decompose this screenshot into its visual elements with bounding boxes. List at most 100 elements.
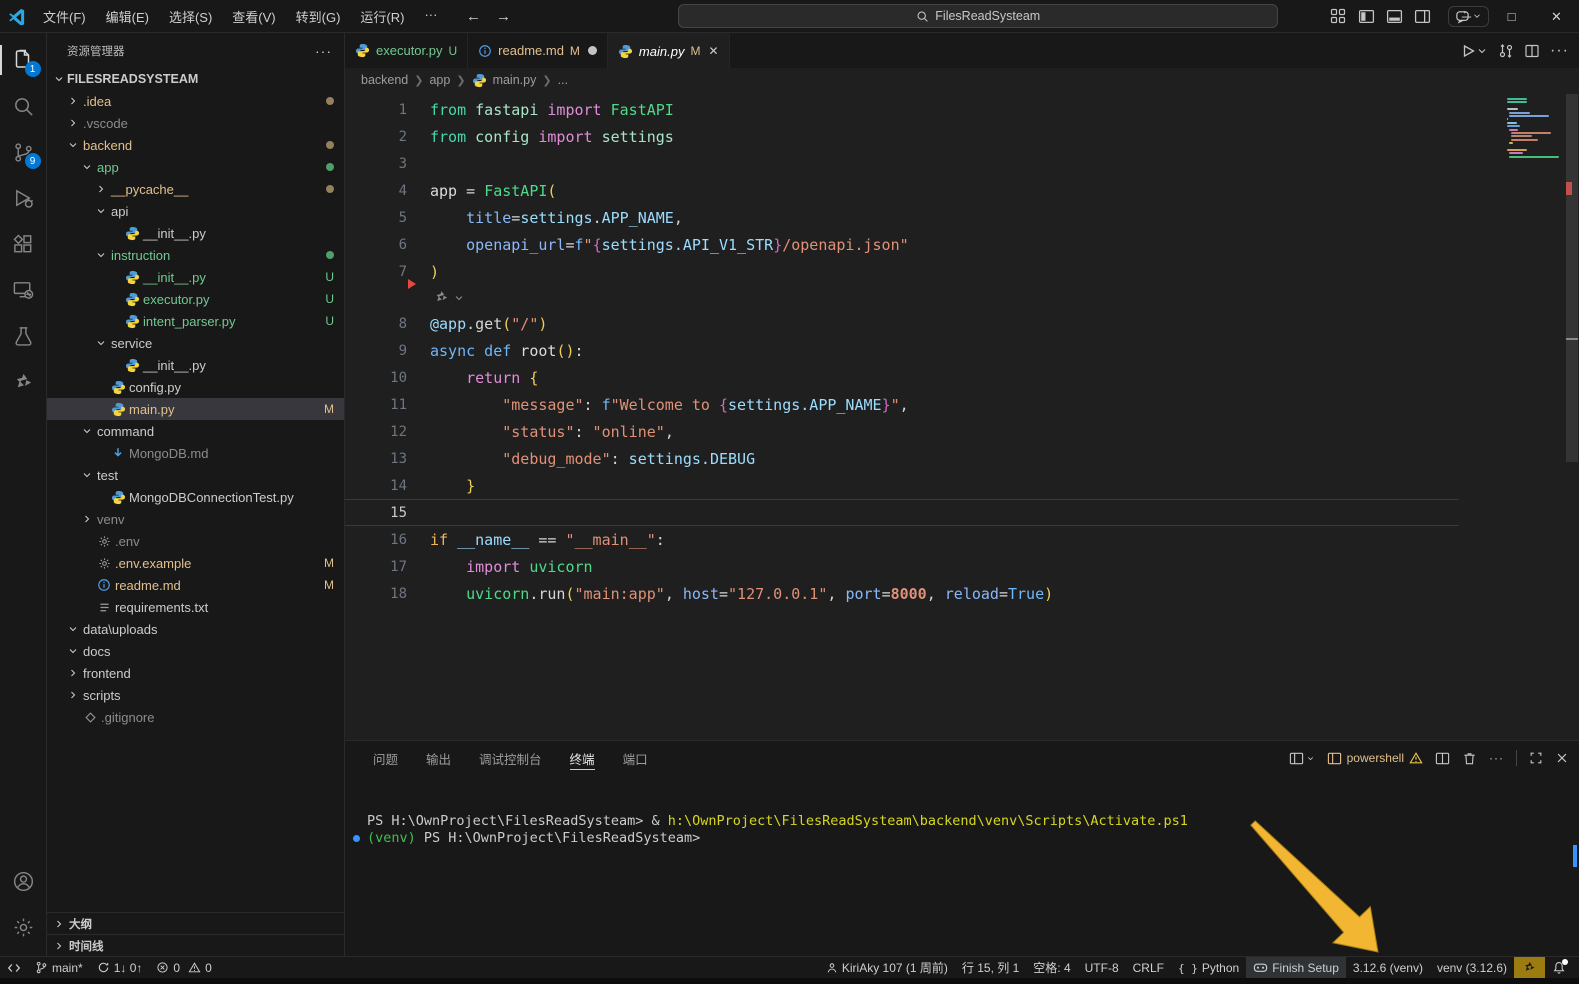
panel-more-icon[interactable]: ··· (1489, 751, 1504, 765)
inline-suggestion-widget[interactable] (345, 285, 1579, 310)
tree-item-data-uploads[interactable]: data\uploads (47, 618, 344, 640)
copilot-pinwheel-icon[interactable] (433, 289, 450, 306)
code-line-8[interactable]: 8@app.get("/") (345, 310, 1579, 337)
tree-item-.vscode[interactable]: .vscode (47, 112, 344, 134)
explorer-more-icon[interactable]: ··· (315, 43, 332, 59)
activity-extensions-icon[interactable] (0, 221, 47, 267)
status-eol[interactable]: CRLF (1126, 957, 1171, 979)
tree-item-__init__.py[interactable]: __init__.pyU (47, 266, 344, 288)
maximize-panel-icon[interactable] (1529, 751, 1543, 765)
forward-button[interactable]: → (490, 4, 516, 28)
tree-item-service[interactable]: service (47, 332, 344, 354)
status-cursor-position[interactable]: 行 15, 列 1 (955, 957, 1026, 979)
terminal[interactable]: PS H:\OwnProject\FilesReadSysteam> & h:\… (345, 775, 1579, 956)
kill-terminal-icon[interactable] (1462, 751, 1477, 766)
code-line-15[interactable]: 15 (345, 499, 1579, 526)
activity-search-icon[interactable] (0, 83, 47, 129)
code-line-5[interactable]: 5 title=settings.APP_NAME, (345, 204, 1579, 231)
code-line-6[interactable]: 6 openapi_url=f"{settings.API_V1_STR}/op… (345, 231, 1579, 258)
tree-item-.idea[interactable]: .idea (47, 90, 344, 112)
status-language-mode[interactable]: { }Python (1171, 957, 1246, 979)
tree-item-__init__.py[interactable]: __init__.py (47, 222, 344, 244)
status-blame[interactable]: KiriAky 107 (1 周前) (819, 957, 955, 979)
tree-item-MongoDBConnectionTest.py[interactable]: MongoDBConnectionTest.py (47, 486, 344, 508)
run-python-button[interactable] (1460, 43, 1488, 59)
chevron-down-icon[interactable] (453, 292, 465, 304)
toggle-secondary-sidebar-icon[interactable] (1411, 5, 1433, 27)
menu-item-5[interactable]: 运行(R) (351, 4, 413, 29)
activity-testing-icon[interactable] (0, 313, 47, 359)
maximize-button[interactable]: □ (1489, 0, 1534, 33)
status-notifications[interactable] (1545, 957, 1573, 979)
back-button[interactable]: ← (460, 4, 486, 28)
editor-more-icon[interactable]: ··· (1550, 42, 1569, 60)
code-line-17[interactable]: 17 import uvicorn (345, 553, 1579, 580)
toggle-panel-icon[interactable] (1383, 5, 1405, 27)
activity-copilot-ext-icon[interactable] (0, 359, 47, 405)
panel-tab-输出[interactable]: 输出 (426, 741, 451, 775)
activity-source-control-icon[interactable]: 9 (0, 129, 47, 175)
launch-profile-icon[interactable] (1289, 751, 1315, 766)
sidebar-section-1[interactable]: 时间线 (47, 934, 344, 956)
menu-item-0[interactable]: 文件(F) (34, 4, 95, 29)
status-gold-extension[interactable] (1514, 957, 1545, 979)
split-editor-icon[interactable] (1524, 43, 1540, 59)
tree-item-frontend[interactable]: frontend (47, 662, 344, 684)
sidebar-section-0[interactable]: 大纲 (47, 912, 344, 934)
menu-item-3[interactable]: 查看(V) (223, 4, 284, 29)
tree-item-venv[interactable]: venv (47, 508, 344, 530)
code-line-11[interactable]: 11 "message": f"Welcome to {settings.APP… (345, 391, 1579, 418)
activity-run-debug-icon[interactable] (0, 175, 47, 221)
tree-item-readme.md[interactable]: readme.mdM (47, 574, 344, 596)
terminal-scrollbar[interactable] (1573, 845, 1577, 867)
command-center-search[interactable]: FilesReadSysteam (678, 4, 1278, 28)
tab-readme.md[interactable]: readme.mdM (468, 33, 608, 68)
tree-item-command[interactable]: command (47, 420, 344, 442)
code-line-10[interactable]: 10 return { (345, 364, 1579, 391)
tree-item-scripts[interactable]: scripts (47, 684, 344, 706)
breadcrumb-item-app[interactable]: app (429, 73, 450, 87)
code-line-14[interactable]: 14 } (345, 472, 1579, 499)
split-terminal-icon[interactable] (1435, 751, 1450, 766)
tree-item-intent_parser.py[interactable]: intent_parser.pyU (47, 310, 344, 332)
status-finish-setup[interactable]: Finish Setup (1246, 957, 1346, 979)
minimize-button[interactable]: ─ (1444, 0, 1489, 33)
tree-item-backend[interactable]: backend (47, 134, 344, 156)
close-button[interactable]: ✕ (1534, 0, 1579, 33)
activity-remote-explorer-icon[interactable] (0, 267, 47, 313)
customize-layout-icon[interactable] (1327, 5, 1349, 27)
close-tab-icon[interactable]: ✕ (708, 44, 718, 58)
tree-item-MongoDB.md[interactable]: MongoDB.md (47, 442, 344, 464)
editor-scrollbar[interactable] (1565, 92, 1579, 740)
menu-item-1[interactable]: 编辑(E) (97, 4, 158, 29)
close-panel-icon[interactable] (1555, 751, 1569, 765)
tab-main.py[interactable]: main.pyM✕ (608, 33, 730, 68)
tree-item-app[interactable]: app (47, 156, 344, 178)
menu-item-4[interactable]: 转到(G) (287, 4, 350, 29)
command-decoration-dot[interactable] (353, 835, 360, 842)
tree-item-__init__.py[interactable]: __init__.py (47, 354, 344, 376)
breadcrumb-item-main.py[interactable]: main.py (493, 73, 537, 87)
tree-item-.env[interactable]: .env (47, 530, 344, 552)
tree-item-config.py[interactable]: config.py (47, 376, 344, 398)
code-line-16[interactable]: 16if __name__ == "__main__": (345, 526, 1579, 553)
status-sync[interactable]: 1↓ 0↑ (90, 957, 150, 979)
code-line-13[interactable]: 13 "debug_mode": settings.DEBUG (345, 445, 1579, 472)
status-problems[interactable]: 00 (149, 957, 218, 979)
tree-item-requirements.txt[interactable]: requirements.txt (47, 596, 344, 618)
workspace-root-row[interactable]: FILESREADSYSTEAM (47, 68, 344, 90)
code-line-12[interactable]: 12 "status": "online", (345, 418, 1579, 445)
panel-tab-问题[interactable]: 问题 (373, 741, 398, 775)
activity-explorer-icon[interactable]: 1 (0, 37, 47, 83)
code-line-3[interactable]: 3 (345, 150, 1579, 177)
tree-item-api[interactable]: api (47, 200, 344, 222)
open-changes-icon[interactable] (1498, 43, 1514, 59)
activity-accounts-icon[interactable] (0, 858, 47, 904)
code-line-2[interactable]: 2from config import settings (345, 123, 1579, 150)
tree-item-.gitignore[interactable]: .gitignore (47, 706, 344, 728)
code-line-18[interactable]: 18 uvicorn.run("main:app", host="127.0.0… (345, 580, 1579, 607)
minimap[interactable] (1507, 98, 1561, 159)
code-editor[interactable]: 1from fastapi import FastAPI2from config… (345, 92, 1579, 740)
status-branch[interactable]: main* (28, 957, 90, 979)
breadcrumb-item-backend[interactable]: backend (361, 73, 408, 87)
